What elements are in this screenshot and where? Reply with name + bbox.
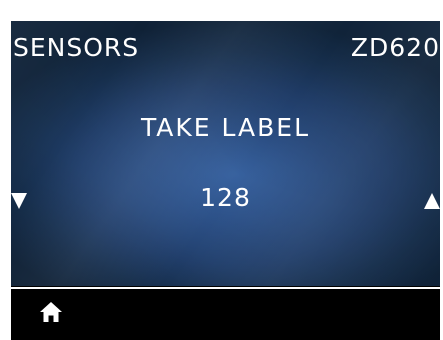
printer-display: SENSORS ZD620 TAKE LABEL 128 (11, 21, 440, 340)
printer-model: ZD620 (350, 33, 440, 62)
footer-divider (11, 287, 440, 289)
prompt-message: TAKE LABEL (140, 113, 311, 142)
home-button[interactable] (39, 301, 81, 337)
up-triangle-icon[interactable] (424, 193, 440, 209)
display-panel: SENSORS ZD620 TAKE LABEL 128 (11, 21, 440, 286)
home-icon (40, 302, 62, 322)
menu-title: SENSORS (13, 33, 140, 62)
counter-value: 128 (200, 183, 251, 212)
